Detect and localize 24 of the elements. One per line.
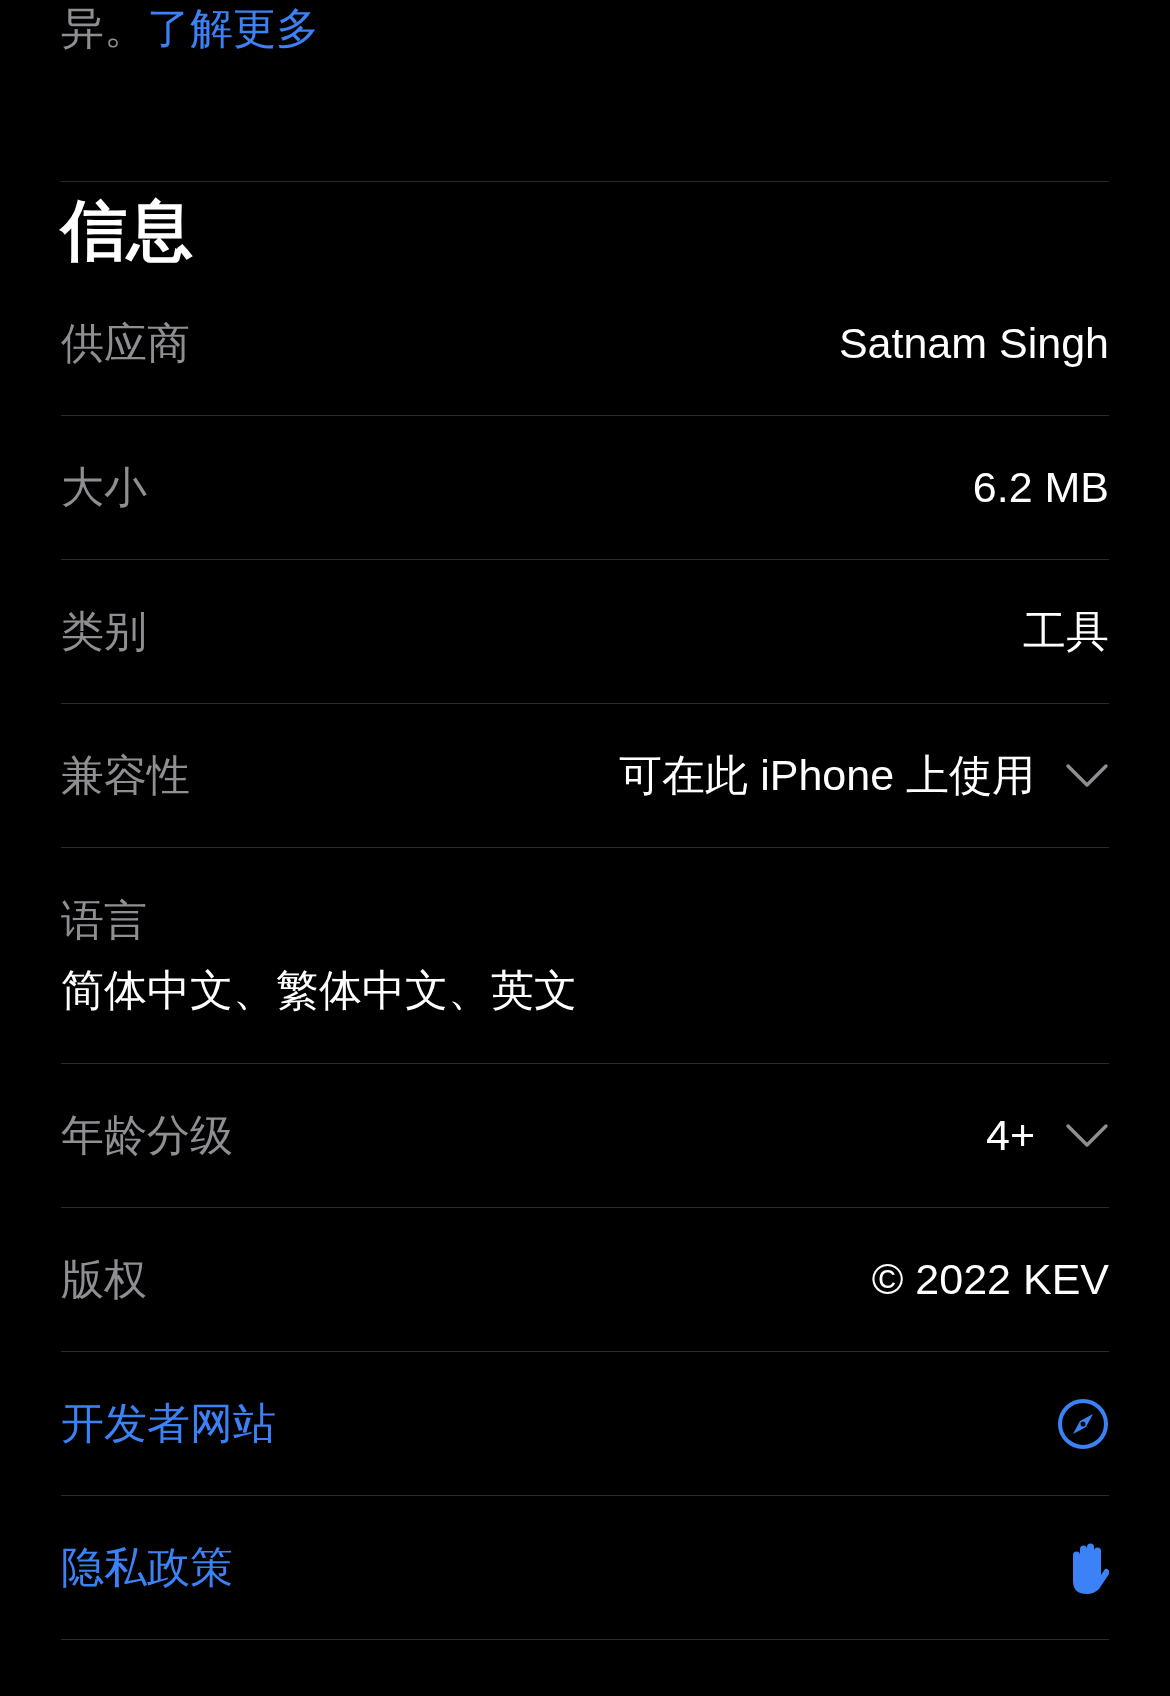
info-label: 供应商 [61,317,190,369]
info-value: 简体中文、繁体中文、英文 [61,964,577,1016]
link-label: 隐私政策 [61,1541,233,1593]
link-label: 开发者网站 [61,1397,276,1449]
info-label: 语言 [61,894,147,946]
link-row[interactable]: 隐私政策 [61,1496,1109,1640]
section-title: 信息 [61,192,194,269]
learn-more-link[interactable]: 了解更多 [147,0,319,58]
expandable-row[interactable]: 兼容性 可在此 iPhone 上使用 [61,704,1109,848]
info-value: © 2022 KEV [871,1255,1109,1304]
info-label: 兼容性 [61,749,190,801]
info-value: 工具 [1023,605,1109,657]
info-value: 4+ [985,1111,1035,1160]
info-value: 6.2 MB [972,463,1109,512]
link-row[interactable]: 开发者网站 [61,1352,1109,1496]
info-label: 大小 [61,461,147,513]
expandable-row[interactable]: 年龄分级 4+ [61,1064,1109,1208]
compass-icon [1057,1397,1109,1450]
info-value: Satnam Singh [838,319,1109,368]
info-value: 可在此 iPhone 上使用 [619,749,1035,801]
description-text: 异。 [61,3,147,54]
info-label: 类别 [61,605,147,657]
info-label: 年龄分级 [61,1109,233,1161]
info-label: 版权 [61,1253,147,1305]
